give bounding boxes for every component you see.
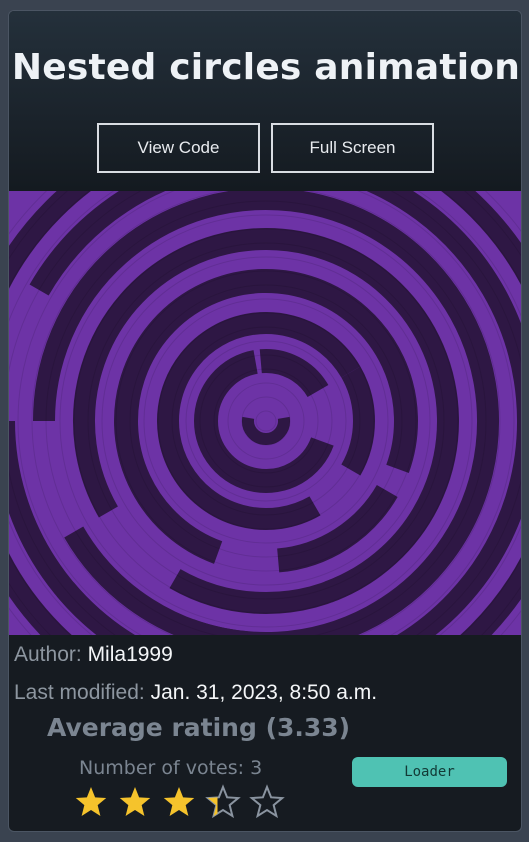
star-full-icon[interactable]: [163, 787, 195, 816]
star-group: [75, 784, 285, 819]
modified-date: Jan. 31, 2023, 8:50 a.m.: [150, 681, 378, 704]
modified-label: Last modified:: [14, 681, 145, 704]
average-rating: Average rating (3.33): [47, 713, 351, 742]
star-full-icon[interactable]: [75, 787, 107, 816]
author-name[interactable]: Mila1999: [88, 643, 173, 666]
project-card: Nested circles animation View Code Full …: [8, 10, 522, 832]
modified-line: Last modified: Jan. 31, 2023, 8:50 a.m.: [14, 681, 377, 705]
view-code-button[interactable]: View Code: [97, 123, 260, 173]
star-empty-icon[interactable]: [249, 784, 285, 819]
nested-circles-preview: [9, 191, 521, 635]
loader-tag[interactable]: Loader: [352, 757, 507, 787]
author-line: Author: Mila1999: [14, 643, 173, 667]
card-header: Nested circles animation View Code Full …: [9, 11, 521, 191]
star-full-icon[interactable]: [119, 787, 151, 816]
full-screen-button[interactable]: Full Screen: [271, 123, 434, 173]
rating-stars[interactable]: [73, 783, 293, 823]
project-title: Nested circles animation: [11, 47, 521, 88]
author-label: Author:: [14, 643, 82, 666]
vote-count: Number of votes: 3: [79, 757, 263, 779]
